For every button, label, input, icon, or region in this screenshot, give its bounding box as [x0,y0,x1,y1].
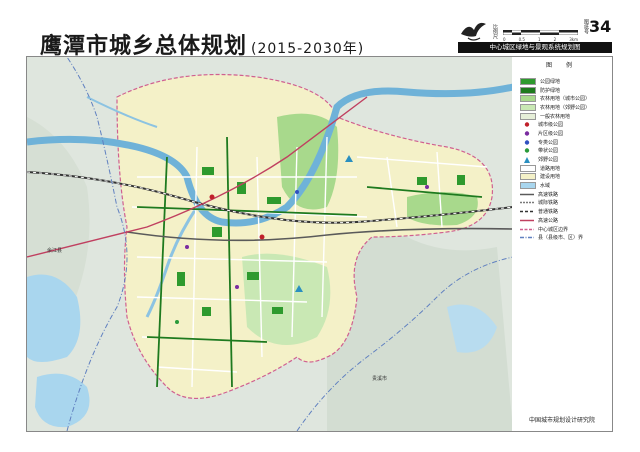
legend-label: 专类公园 [538,139,559,146]
scale-bar [503,30,578,35]
legend-label: 片区级公园 [538,130,564,137]
map-subtitle: 中心城区绿地与景观系统规划图 [458,42,612,53]
legend-item-water: 水域 [520,181,612,190]
legend-label: 建设用地 [540,174,561,181]
water-swatch [520,182,536,190]
legend-item-expressway: 高速公路 [520,216,612,225]
legend-item-county-boundary: 县（县级市、区）界 [520,233,612,242]
legend-label: 城市级公园 [538,122,564,129]
legend-label: 农林用地（郊野公园） [540,104,591,111]
legend-item-center-boundary: 中心城区边界 [520,225,612,234]
special-park-marker [295,190,299,194]
legend-label: 公园绿地 [540,78,561,85]
legend-label: 普通铁路 [538,209,559,216]
place-label: 余江县 [47,248,63,254]
legend-label: 农林用地（城市公园） [540,96,591,103]
railway-swatch [520,209,534,214]
legend-list: 公园绿地防护绿地农林用地（城市公园） 农林用地（郊野公园） 一般农林用地 城市级公园片… [520,77,612,242]
agri-general-swatch [520,112,536,120]
county-boundary-swatch [520,235,534,240]
district-park-marker [185,245,189,249]
legend-item-agri-country: 农林用地（郊野公园） [520,103,612,112]
agri-city-swatch [520,95,536,103]
agri-park-south [242,253,331,345]
built-swatch [520,173,536,181]
map-canvas[interactable]: 余江县 贵溪市 [26,56,514,432]
legend-label: 中心城区边界 [538,226,569,233]
legend-item-district-park-dot: 片区级公园 [520,129,612,138]
protect-swatch [520,86,536,94]
legend-label: 带状公园 [538,148,559,155]
hsr-swatch [520,192,534,197]
legend-label: 郊野公园 [538,157,559,164]
legend-label: 县（县级市、区）界 [538,235,584,242]
map-svg [27,57,513,431]
place-label: 贵溪市 [372,376,388,382]
legend-title: 图 例 [546,62,578,69]
legend-item-built: 建设用地 [520,173,612,182]
legend-label: 一般农林用地 [540,113,571,120]
scale-label: 比例尺 [492,24,498,39]
legend-item-country-park-icon: 郊野公园 [520,155,612,164]
legend-panel: 图 例 公园绿地防护绿地农林用地（城市公园） 农林用地（郊野公园） 一般农林用地 城市… [512,56,613,432]
park-swatch [520,77,536,85]
legend-label: 道路用地 [540,165,561,172]
legend-label: 高速铁路 [538,191,559,198]
district-park-marker [425,185,429,189]
legend-item-agri-city: 农林用地（城市公园） [520,94,612,103]
agri-country-swatch [520,103,536,111]
map-sheet: 鹰潭市城乡总体规划(2015-2030年) 汉规院 比例尺 0 0.5 1 2 … [0,0,640,452]
figure-number: 34 [589,17,612,36]
legend-item-railway: 普通铁路 [520,207,612,216]
legend-label: 高速公路 [538,217,559,224]
belt-park-marker [175,320,179,324]
city-park-marker [259,234,265,240]
legend-item-agri-general: 一般农林用地 [520,112,612,121]
title-years: (2015-2030年) [251,41,365,57]
legend-item-city-park-dot: 城市级公园 [520,120,612,129]
district-park-marker [235,285,239,289]
legend-label: 水域 [540,183,551,190]
legend-item-hsr: 高速铁路 [520,190,612,199]
country-park-icon-swatch [520,157,534,164]
legend-item-road: 道路用地 [520,164,612,173]
credit: 中国城市规划设计研究院 [528,417,595,424]
legend-label: 防护绿地 [540,87,561,94]
city-park-dot-swatch [520,122,534,127]
special-park-dot-swatch [520,139,534,145]
city-park-marker [209,194,215,200]
legend-item-protect: 防护绿地 [520,86,612,95]
agri-park-east [407,192,478,226]
belt-park-dot-swatch [520,148,534,154]
expressway-swatch [520,218,534,223]
district-park-dot-swatch [520,131,534,136]
legend-item-special-park-dot: 专类公园 [520,138,612,147]
legend-item-park: 公园绿地 [520,77,612,86]
intercity-swatch [520,200,534,205]
center-boundary-swatch [520,227,534,232]
legend-item-belt-park-dot: 带状公园 [520,147,612,156]
legend-label: 城际铁路 [538,200,559,207]
legend-item-intercity: 城际铁路 [520,199,612,208]
road-swatch [520,164,536,172]
